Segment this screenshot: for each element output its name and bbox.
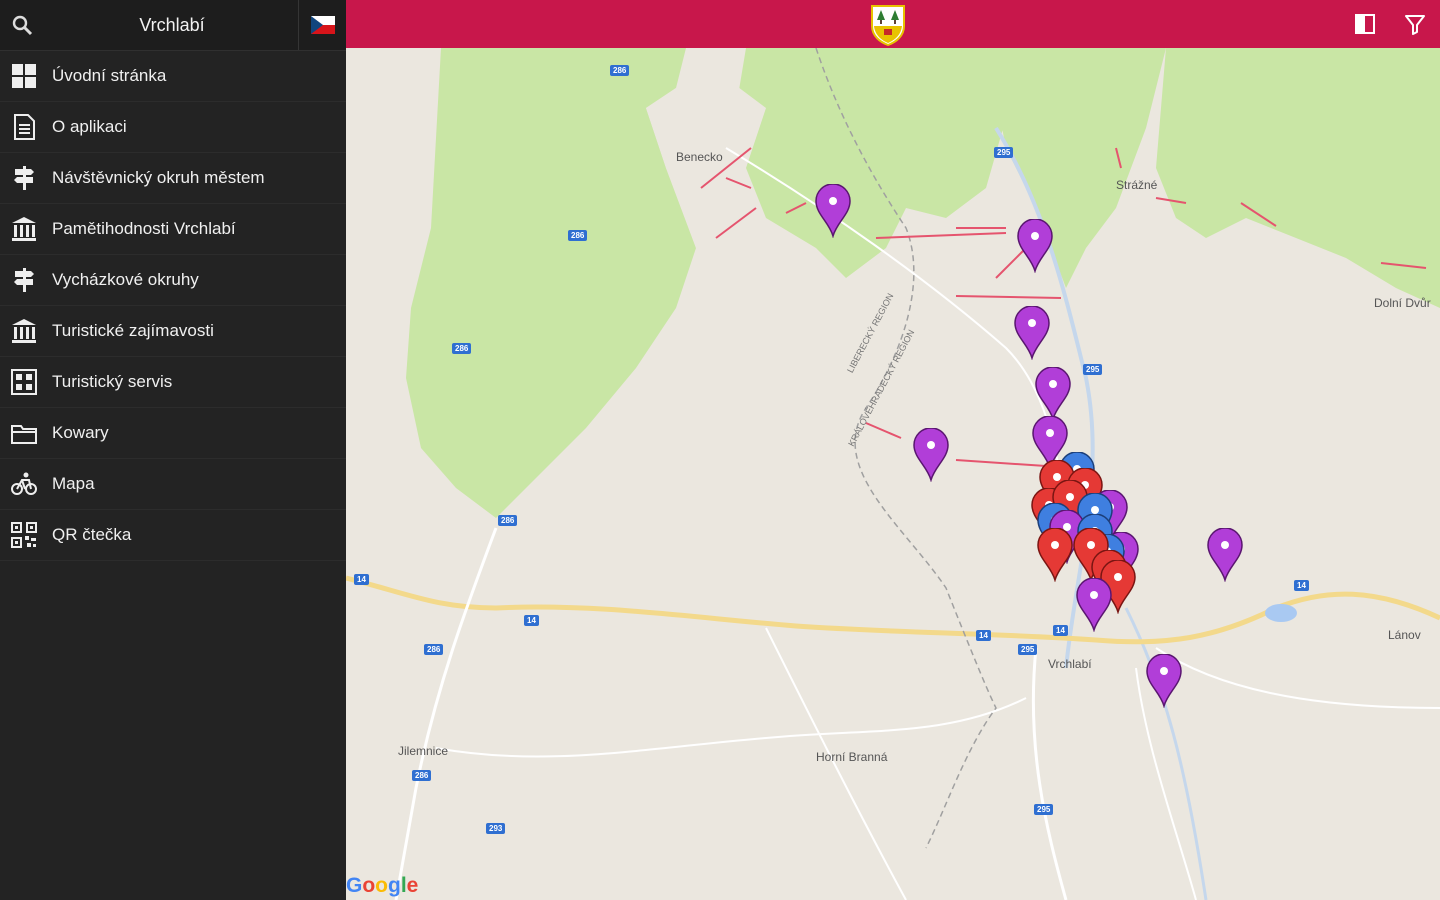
menu-item-turisticky-servis[interactable]: Turistický servis bbox=[0, 357, 346, 408]
google-logo-letter: o bbox=[362, 874, 376, 897]
split-view-icon[interactable] bbox=[1354, 13, 1376, 35]
road-shield: 14 bbox=[354, 574, 369, 585]
road-shield: 14 bbox=[1053, 625, 1068, 636]
header-divider bbox=[298, 0, 299, 50]
menu-item-uvodni-stranka[interactable]: Úvodní stránka bbox=[0, 51, 346, 102]
menu-item-label: Turistický servis bbox=[52, 372, 173, 391]
drawer-header: Vrchlabí bbox=[0, 0, 346, 51]
map-marker-purple[interactable] bbox=[1206, 528, 1244, 582]
czech-flag-icon[interactable] bbox=[311, 16, 335, 34]
search-icon[interactable] bbox=[10, 13, 36, 39]
menu-item-o-aplikaci[interactable]: O aplikaci bbox=[0, 102, 346, 153]
map-place-label: Strážné bbox=[1116, 178, 1158, 192]
map-place-label: Benecko bbox=[676, 150, 723, 164]
menu-item-label: Vycházkové okruhy bbox=[52, 270, 199, 289]
road-shield: 14 bbox=[976, 630, 991, 641]
service-icon bbox=[10, 368, 38, 396]
signpost-icon bbox=[10, 266, 38, 294]
map-marker-purple[interactable] bbox=[912, 428, 950, 482]
menu-item-label: Úvodní stránka bbox=[52, 66, 167, 85]
menu-item-navstevnicky-okruh[interactable]: Návštěvnický okruh městem bbox=[0, 153, 346, 204]
map-marker-red[interactable] bbox=[1036, 528, 1074, 582]
navigation-drawer: Vrchlabí Úvodní stránka O aplikaci Návšt… bbox=[0, 0, 346, 900]
google-logo-letter: e bbox=[406, 874, 419, 897]
map-marker-purple[interactable] bbox=[814, 184, 852, 238]
bicycle-icon bbox=[10, 470, 38, 498]
map-place-label: Dolní Dvůr bbox=[1374, 296, 1431, 310]
menu-item-label: Kowary bbox=[52, 423, 109, 442]
menu-item-label: QR čtečka bbox=[52, 525, 132, 544]
menu-item-qr-ctecka[interactable]: QR čtečka bbox=[0, 510, 346, 561]
map-marker-purple[interactable] bbox=[1145, 654, 1183, 708]
map-place-label: Jilemnice bbox=[398, 744, 449, 758]
app-bar bbox=[346, 0, 1440, 48]
menu-item-vychazkove-okruhy[interactable]: Vycházkové okruhy bbox=[0, 255, 346, 306]
road-shield: 286 bbox=[498, 515, 518, 526]
road-shield: 286 bbox=[610, 65, 630, 76]
map-place-label: Lánov bbox=[1388, 628, 1421, 642]
map-place-label: Vrchlabí bbox=[1048, 657, 1092, 671]
google-logo-letter: o bbox=[375, 874, 388, 897]
menu-item-mapa[interactable]: Mapa bbox=[0, 459, 346, 510]
map-marker-purple[interactable] bbox=[1075, 578, 1113, 632]
menu-item-label: Pamětihodnosti Vrchlabí bbox=[52, 219, 236, 238]
menu-item-label: O aplikaci bbox=[52, 117, 127, 136]
menu-item-turisticke-zajimavosti[interactable]: Turistické zajímavosti bbox=[0, 306, 346, 357]
road-shield: 295 bbox=[1018, 644, 1038, 655]
document-icon bbox=[10, 113, 38, 141]
menu-item-pametihodnosti[interactable]: Pamětihodnosti Vrchlabí bbox=[0, 204, 346, 255]
road-shield: 295 bbox=[1083, 364, 1103, 375]
map-marker-purple[interactable] bbox=[1034, 367, 1072, 421]
menu-item-kowary[interactable]: Kowary bbox=[0, 408, 346, 459]
map-marker-purple[interactable] bbox=[1013, 306, 1051, 360]
google-logo: Google bbox=[346, 874, 418, 898]
road-shield: 286 bbox=[424, 644, 444, 655]
map-marker-purple[interactable] bbox=[1016, 219, 1054, 273]
map-view[interactable]: Benecko Strážné Dolní Dvůr Vrchlabí Jile… bbox=[346, 48, 1440, 900]
building-icon bbox=[10, 215, 38, 243]
building-icon bbox=[10, 317, 38, 345]
road-shield: 14 bbox=[524, 615, 539, 626]
menu-item-label: Turistické zajímavosti bbox=[52, 321, 214, 340]
drawer-title: Vrchlabí bbox=[139, 15, 205, 35]
town-crest-icon bbox=[870, 4, 906, 47]
folder-icon bbox=[10, 419, 38, 447]
filter-icon[interactable] bbox=[1404, 13, 1426, 35]
google-logo-letter: G bbox=[346, 874, 363, 897]
road-shield: 293 bbox=[486, 823, 506, 834]
signpost-icon bbox=[10, 164, 38, 192]
road-shield: 286 bbox=[568, 230, 588, 241]
road-shield: 295 bbox=[994, 147, 1014, 158]
menu-item-label: Návštěvnický okruh městem bbox=[52, 168, 265, 187]
map-place-label: Horní Branná bbox=[816, 750, 888, 764]
road-shield: 295 bbox=[1034, 804, 1054, 815]
road-shield: 286 bbox=[452, 343, 472, 354]
grid-icon bbox=[10, 62, 38, 90]
road-shield: 286 bbox=[412, 770, 432, 781]
map-base-layer bbox=[346, 48, 1440, 900]
google-logo-letter: g bbox=[388, 874, 401, 897]
qr-icon bbox=[10, 521, 38, 549]
road-shield: 14 bbox=[1294, 580, 1309, 591]
menu-item-label: Mapa bbox=[52, 474, 95, 493]
drawer-menu: Úvodní stránka O aplikaci Návštěvnický o… bbox=[0, 51, 346, 561]
